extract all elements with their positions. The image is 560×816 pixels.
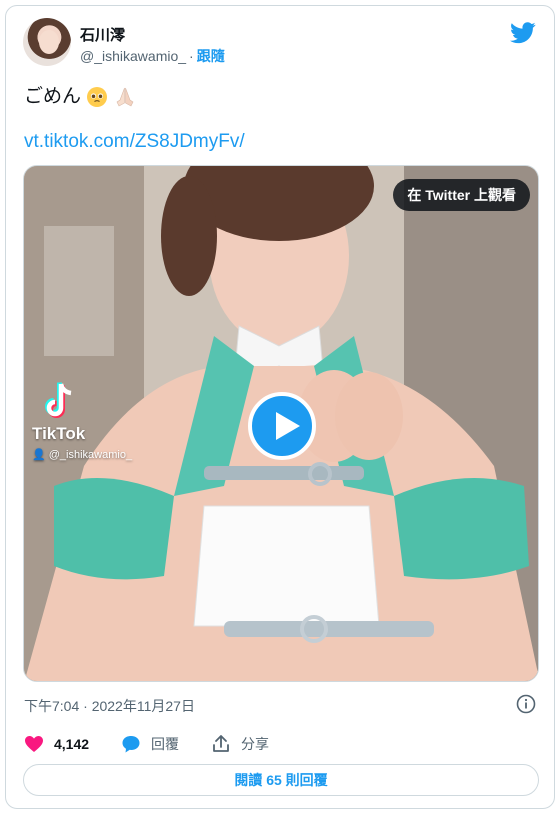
like-count: 4,142 <box>54 736 90 752</box>
tiktok-link[interactable]: vt.tiktok.com/ZS8JDmyFv/ <box>24 131 245 153</box>
view-on-twitter-button[interactable]: 在 Twitter 上觀看 <box>393 179 530 211</box>
play-icon <box>276 412 300 440</box>
folded-hands-icon <box>116 87 133 107</box>
twitter-bird-icon[interactable] <box>510 22 536 44</box>
author-handle[interactable]: @_ishikawamio_ <box>80 48 186 64</box>
reply-label: 回覆 <box>151 736 180 752</box>
like-button[interactable]: 4,142 <box>24 735 89 753</box>
share-label: 分享 <box>241 736 270 752</box>
tweet-actions: 4,142 回覆 分享 <box>24 730 301 758</box>
tiktok-user-watermark: 👤 @_ishikawamio_ <box>32 449 133 461</box>
author-handle-row: @_ishikawamio_ · 跟隨 <box>80 48 225 64</box>
info-icon[interactable] <box>516 694 536 714</box>
author-display-name[interactable]: 石川澪 <box>80 24 125 45</box>
tiktok-logo-icon <box>45 382 72 418</box>
tiktok-brand: TikTok <box>32 424 86 443</box>
share-button[interactable]: 分享 <box>211 734 269 754</box>
play-button[interactable] <box>248 392 316 460</box>
follow-button[interactable]: 跟隨 <box>197 48 225 64</box>
avatar[interactable] <box>23 18 71 66</box>
tweet-text: ごめん <box>24 84 136 110</box>
tweet-timestamp[interactable]: 下午7:04 · 2022年11月27日 <box>24 696 195 716</box>
pleading-face-icon <box>87 86 108 107</box>
video-media[interactable]: 在 Twitter 上觀看 TikTok 👤 @_ishikawamio_ <box>23 165 539 682</box>
speech-bubble-icon <box>122 736 140 753</box>
read-replies-button[interactable]: 閱讀 65 則回覆 <box>23 764 539 796</box>
reply-button[interactable]: 回覆 <box>121 734 179 754</box>
tweet-card: 石川澪 @_ishikawamio_ · 跟隨 ごめん vt.tiktok.com/… <box>5 5 555 809</box>
reply-count: 65 <box>266 772 282 788</box>
share-icon <box>213 735 229 752</box>
heart-icon <box>25 736 43 752</box>
